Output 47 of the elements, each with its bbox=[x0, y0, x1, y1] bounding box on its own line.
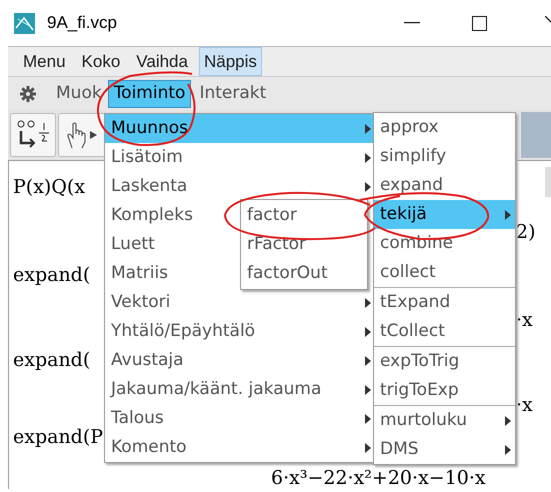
maximize-icon[interactable] bbox=[472, 16, 487, 30]
dropdown-option[interactable]: approx bbox=[374, 113, 515, 142]
panel-bar bbox=[521, 112, 551, 158]
dropdown-option[interactable]: Muunnos bbox=[105, 114, 375, 143]
toolbar-menu[interactable]: Muok bbox=[50, 80, 108, 108]
dropdown-option[interactable]: Lisätoim bbox=[105, 143, 375, 172]
dropdown-option[interactable]: tExpand bbox=[374, 288, 515, 317]
expression-text: expand(P bbox=[13, 425, 104, 450]
scrollbar[interactable] bbox=[545, 167, 551, 197]
dropdown-option[interactable]: tekijä bbox=[374, 200, 515, 229]
dropdown-option[interactable]: expand bbox=[374, 171, 515, 200]
expression-text: ·x bbox=[516, 393, 533, 418]
dropdown-option[interactable]: Yhtälö/Epäyhtälö bbox=[105, 317, 375, 346]
expression-text: 2) bbox=[516, 220, 536, 245]
expression-text: 6·x³−22·x²+20·x−10·x bbox=[271, 466, 486, 489]
dropdown-option[interactable]: Vektori bbox=[105, 288, 375, 317]
fraction-toggle-button[interactable] bbox=[10, 113, 56, 157]
expression-text: P(x)Q(x bbox=[13, 175, 86, 200]
dropdown-option[interactable]: Jakauma/käänt. jakauma bbox=[105, 375, 375, 404]
dropdown-option[interactable]: rFactor bbox=[241, 230, 367, 259]
menu-bar-item[interactable]: Menu bbox=[18, 46, 71, 76]
dropdown-option[interactable]: simplify bbox=[374, 142, 515, 171]
expression-text: ·x bbox=[516, 308, 533, 333]
toolbar-menu[interactable]: Toiminto bbox=[108, 80, 192, 108]
expression-text: expand( bbox=[13, 348, 90, 373]
dropdown-option[interactable]: expToTrig bbox=[374, 347, 515, 376]
menu-bar-item[interactable]: Näppis bbox=[198, 46, 262, 76]
dropdown-option[interactable]: Avustaja bbox=[105, 346, 375, 375]
dropdown-option[interactable]: factorOut bbox=[241, 259, 367, 288]
dropdown-option[interactable]: trigToExp bbox=[374, 376, 515, 405]
minimize-icon[interactable] bbox=[404, 22, 420, 24]
hand-tool-button[interactable] bbox=[58, 113, 106, 157]
toolbar-menu[interactable]: Interakt bbox=[193, 80, 272, 108]
dropdown-option[interactable]: factor bbox=[241, 201, 367, 230]
dropdown-option[interactable]: Komento bbox=[105, 433, 375, 462]
window-title: 9A_fi.vcp bbox=[47, 12, 117, 34]
dropdown-option[interactable]: murtoluku bbox=[374, 406, 515, 435]
settings-icon[interactable] bbox=[20, 86, 36, 102]
app-icon bbox=[14, 12, 35, 34]
dropdown-option[interactable]: collect bbox=[374, 258, 515, 287]
dropdown-option[interactable]: DMS bbox=[374, 435, 515, 464]
menu-bar-item[interactable]: Vaihda bbox=[131, 46, 193, 76]
dropdown-option[interactable]: tCollect bbox=[374, 317, 515, 346]
expression-text: expand( bbox=[13, 263, 90, 288]
menu-bar-item[interactable]: Koko bbox=[76, 46, 126, 76]
dropdown-option[interactable]: Talous bbox=[105, 404, 375, 433]
dropdown-option[interactable]: Laskenta bbox=[105, 172, 375, 201]
